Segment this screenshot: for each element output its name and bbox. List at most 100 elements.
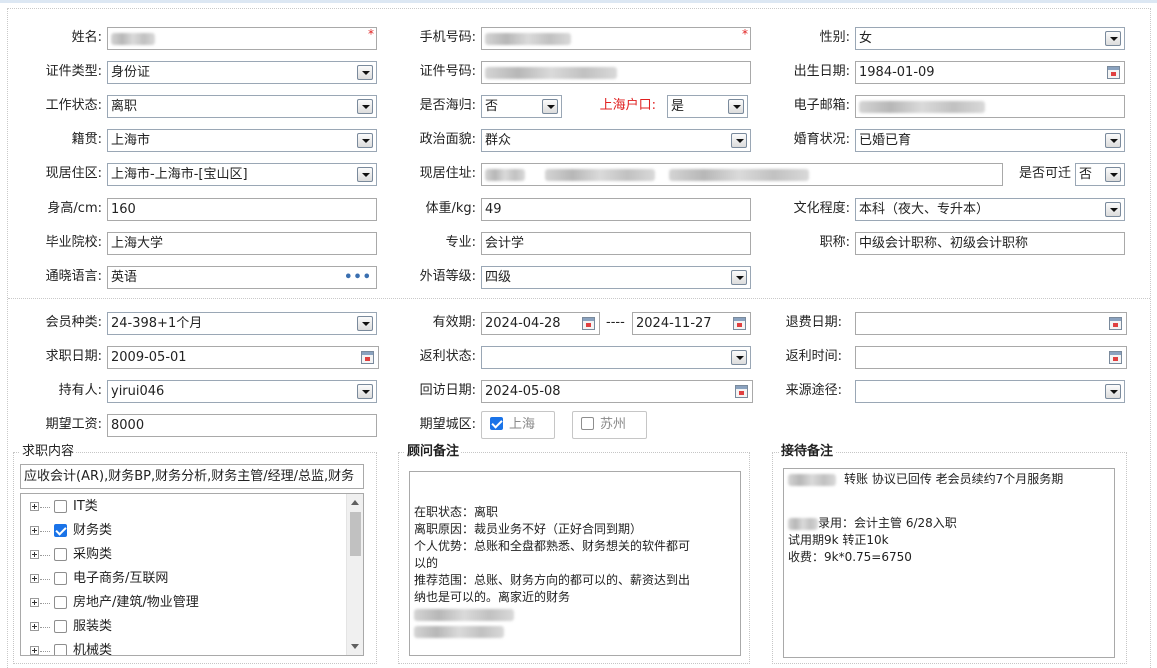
chevron-down-icon[interactable] — [357, 384, 373, 399]
reception-notes-textarea[interactable]: 转账 协议已回传 老会员续约7个月服务期 录用：会计主管 6/28入职 试用期9… — [783, 468, 1115, 658]
plus-expander-icon[interactable] — [30, 502, 39, 511]
education-select[interactable]: 本科（夜大、专升本） — [855, 198, 1125, 221]
chevron-down-icon[interactable] — [731, 350, 747, 365]
chevron-down-icon[interactable] — [357, 133, 373, 148]
tree-item-ecommerce[interactable]: 电子商务/互联网 — [21, 567, 347, 591]
chevron-down-icon[interactable] — [1105, 133, 1121, 148]
chevron-down-icon[interactable] — [731, 270, 747, 285]
valid-from-input[interactable]: 2024-04-28 — [481, 312, 600, 335]
plus-expander-icon[interactable] — [30, 622, 39, 631]
language-input[interactable]: 英语 ••• — [107, 266, 377, 289]
height-input[interactable]: 160 — [107, 198, 377, 221]
plus-expander-icon[interactable] — [30, 598, 39, 607]
chevron-down-icon[interactable] — [1105, 202, 1121, 217]
checkbox-checked-icon[interactable] — [490, 417, 503, 430]
chevron-down-icon[interactable] — [731, 133, 747, 148]
chevron-down-icon[interactable] — [542, 99, 558, 114]
tree-item-apparel[interactable]: 服装类 — [21, 615, 347, 639]
city-option-shanghai[interactable]: 上海 — [481, 411, 555, 439]
checkbox-icon[interactable] — [54, 500, 67, 513]
plus-expander-icon[interactable] — [30, 646, 39, 655]
chevron-down-icon[interactable] — [728, 99, 744, 114]
valid-to-input[interactable]: 2024-11-27 — [632, 312, 751, 335]
chevron-down-icon[interactable] — [357, 167, 373, 182]
tree-item-finance[interactable]: 财务类 — [21, 519, 347, 543]
school-input[interactable]: 上海大学 — [107, 232, 377, 255]
checkbox-icon[interactable] — [54, 596, 67, 609]
checkbox-icon[interactable] — [581, 417, 594, 430]
tree-item-purchasing[interactable]: 采购类 — [21, 543, 347, 567]
plus-expander-icon[interactable] — [30, 574, 39, 583]
city-option-suzhou[interactable]: 苏州 — [572, 411, 647, 439]
gender-label: 性别: — [819, 30, 850, 45]
marital-select[interactable]: 已婚已育 — [855, 129, 1125, 152]
note-line: 录用：会计主管 6/28入职 — [788, 515, 1110, 532]
rebate-time-input[interactable] — [855, 346, 1127, 369]
calendar-icon[interactable] — [1109, 317, 1122, 330]
valid-period-label: 有效期: — [432, 315, 476, 330]
id-number-input[interactable] — [481, 61, 751, 84]
job-date-value: 2009-05-01 — [111, 350, 187, 365]
salary-input[interactable]: 8000 — [107, 414, 377, 437]
tree-item-machinery[interactable]: 机械类 — [21, 639, 347, 655]
professional-title-input[interactable]: 中级会计职称、初级会计职称 — [855, 232, 1125, 255]
source-select[interactable] — [855, 380, 1125, 403]
advisor-notes-textarea[interactable]: 在职状态：离职 离职原因：裁员业务不好（正好合同到期） 个人优势：总账和全盘都熟… — [409, 471, 741, 656]
political-select[interactable]: 群众 — [481, 129, 751, 152]
gender-select[interactable]: 女 — [855, 27, 1125, 50]
scrollbar-thumb[interactable] — [350, 512, 361, 556]
rebate-status-select[interactable] — [481, 346, 751, 369]
checkbox-icon[interactable] — [54, 644, 67, 655]
job-date-input[interactable]: 2009-05-01 — [107, 346, 379, 369]
job-content-summary-input[interactable]: 应收会计(AR),财务BP,财务分析,财务主管/经理/总监,财务 — [20, 464, 364, 489]
redacted-text — [788, 473, 836, 486]
major-input[interactable]: 会计学 — [481, 232, 751, 255]
refund-date-input[interactable] — [855, 312, 1127, 335]
checkbox-icon[interactable] — [54, 572, 67, 585]
birth-date-input[interactable]: 1984-01-09 — [855, 61, 1125, 84]
more-icon[interactable]: ••• — [344, 267, 372, 288]
email-input[interactable] — [855, 95, 1125, 118]
id-type-select[interactable]: 身份证 — [107, 61, 377, 84]
tree-item-it[interactable]: IT类 — [21, 495, 347, 519]
name-input[interactable]: * — [107, 27, 377, 50]
salary-value: 8000 — [111, 418, 145, 433]
chevron-down-icon[interactable] — [1105, 167, 1121, 182]
phone-input[interactable]: * — [481, 27, 751, 50]
calendar-icon[interactable] — [1107, 66, 1120, 79]
language-level-value: 四级 — [485, 270, 512, 285]
returnee-select[interactable]: 否 — [481, 95, 562, 118]
residence-area-select[interactable]: 上海市-上海市-[宝山区] — [107, 163, 377, 186]
tree-scrollbar[interactable] — [346, 494, 363, 655]
language-level-select[interactable]: 四级 — [481, 266, 751, 289]
visit-date-input[interactable]: 2024-05-08 — [481, 380, 753, 403]
chevron-down-icon[interactable] — [357, 316, 373, 331]
checkbox-checked-icon[interactable] — [54, 524, 67, 537]
scroll-down-icon[interactable] — [351, 644, 359, 649]
chevron-down-icon[interactable] — [1105, 384, 1121, 399]
native-place-select[interactable]: 上海市 — [107, 129, 377, 152]
address-input[interactable] — [481, 163, 1003, 186]
calendar-icon[interactable] — [361, 351, 374, 364]
plus-expander-icon[interactable] — [30, 550, 39, 559]
job-category-tree[interactable]: IT类 财务类 采购类 电子商务/互联网 房地产/建筑/物业管理 服装类 机械类 — [20, 493, 364, 656]
chevron-down-icon[interactable] — [357, 65, 373, 80]
calendar-icon[interactable] — [735, 385, 748, 398]
weight-input[interactable]: 49 — [481, 198, 751, 221]
checkbox-icon[interactable] — [54, 548, 67, 561]
member-type-select[interactable]: 24-398+1个月 — [107, 312, 377, 335]
work-status-select[interactable]: 离职 — [107, 95, 377, 118]
calendar-icon[interactable] — [582, 317, 595, 330]
tree-item-real-estate[interactable]: 房地产/建筑/物业管理 — [21, 591, 347, 615]
calendar-icon[interactable] — [1109, 351, 1122, 364]
shanghai-hukou-select[interactable]: 是 — [667, 95, 748, 118]
scroll-up-icon[interactable] — [351, 500, 359, 505]
chevron-down-icon[interactable] — [357, 99, 373, 114]
holder-select[interactable]: yirui046 — [107, 380, 377, 403]
relocate-select[interactable]: 否 — [1075, 163, 1125, 186]
chevron-down-icon[interactable] — [1105, 31, 1121, 46]
calendar-icon[interactable] — [733, 317, 746, 330]
plus-expander-icon[interactable] — [30, 526, 39, 535]
visit-date-label: 回访日期: — [419, 383, 476, 398]
checkbox-icon[interactable] — [54, 620, 67, 633]
